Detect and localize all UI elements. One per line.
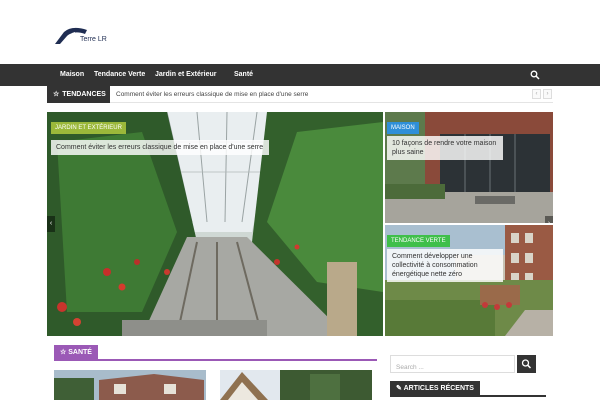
pencil-icon: ✎ bbox=[396, 385, 404, 392]
search-input[interactable] bbox=[391, 359, 514, 376]
nav-item-tendance-verte[interactable]: Tendance Verte bbox=[94, 64, 145, 86]
category-badge-tendance-verte[interactable]: TENDANCE VERTE bbox=[387, 235, 450, 247]
recent-posts-label: ✎ ARTICLES RÉCENTS bbox=[390, 381, 480, 396]
star-icon: ☆ bbox=[53, 91, 60, 98]
main-nav: Maison Tendance Verte Jardin et Extérieu… bbox=[0, 64, 600, 86]
search-button[interactable] bbox=[517, 355, 536, 373]
nav-item-maison[interactable]: Maison bbox=[60, 64, 84, 86]
slider-prev-button[interactable]: ‹ bbox=[47, 216, 55, 232]
ticker-prev-button[interactable]: ‹ bbox=[532, 89, 541, 99]
sante-post-thumb[interactable] bbox=[54, 370, 206, 400]
section-label[interactable]: ☆ SANTÉ bbox=[54, 345, 98, 360]
sidebar-search-box bbox=[390, 355, 515, 376]
featured-bottom-title[interactable]: Comment développer une collectivité à co… bbox=[387, 249, 503, 282]
slider-next-button[interactable]: › bbox=[545, 216, 553, 223]
featured-main-tile[interactable]: JARDIN ET EXTÉRIEUR Comment éviter les e… bbox=[47, 112, 383, 336]
sante-post-thumb[interactable] bbox=[220, 370, 372, 400]
ticker-next-button[interactable]: › bbox=[543, 89, 552, 99]
featured-main-title[interactable]: Comment éviter les erreurs classique de … bbox=[51, 140, 269, 155]
category-badge-maison[interactable]: MAISON bbox=[387, 122, 419, 134]
trending-ticker: ☆ TENDANCES Comment éviter les erreurs cl… bbox=[47, 86, 553, 103]
recent-posts-header: ✎ ARTICLES RÉCENTS bbox=[390, 381, 546, 397]
search-icon[interactable] bbox=[530, 70, 540, 80]
star-icon: ☆ bbox=[60, 349, 69, 356]
page: Terre LR Maison Tendance Verte Jardin et… bbox=[0, 0, 600, 400]
section-header-sante: ☆ SANTÉ bbox=[54, 345, 377, 361]
nav-item-jardin-exterieur[interactable]: Jardin et Extérieur bbox=[155, 64, 216, 86]
logo-text: Terre LR bbox=[80, 36, 107, 43]
trending-headline[interactable]: Comment éviter les erreurs classique de … bbox=[116, 86, 308, 103]
house-thumb-image bbox=[54, 370, 206, 400]
featured-bottom-tile[interactable]: TENDANCE VERTE Comment développer une co… bbox=[385, 225, 553, 336]
featured-top-title[interactable]: 10 façons de rendre votre maison plus sa… bbox=[387, 136, 503, 160]
site-logo[interactable]: Terre LR bbox=[54, 26, 114, 48]
featured-slider: JARDIN ET EXTÉRIEUR Comment éviter les e… bbox=[47, 112, 553, 336]
trending-label: ☆ TENDANCES bbox=[47, 86, 110, 103]
cottage-thumb-image bbox=[220, 370, 372, 400]
nav-item-sante[interactable]: Santé bbox=[234, 64, 253, 86]
featured-top-tile[interactable]: MAISON 10 façons de rendre votre maison … bbox=[385, 112, 553, 223]
category-badge-jardin[interactable]: JARDIN ET EXTÉRIEUR bbox=[51, 122, 126, 134]
search-icon bbox=[521, 359, 532, 369]
